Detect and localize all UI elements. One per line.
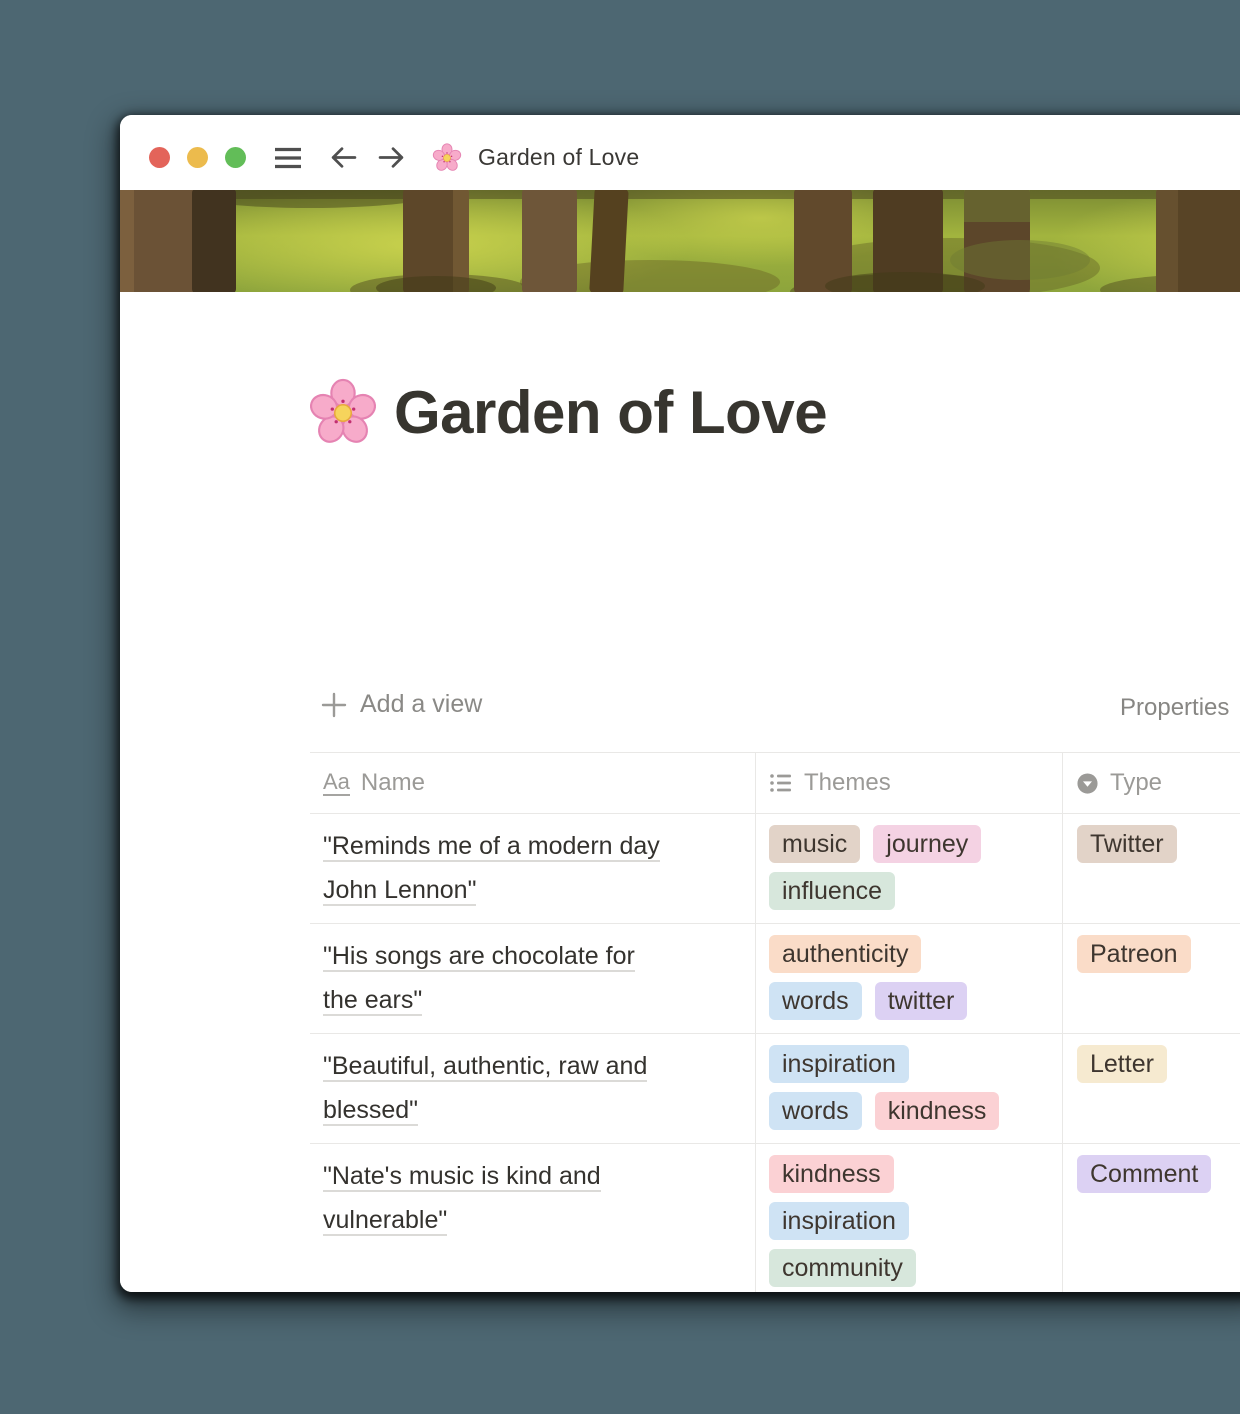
database-table: Aa Name Themes Type [310,752,1240,1292]
row-type-cell[interactable]: Twitter [1062,814,1240,923]
row-themes-cell[interactable]: music journey influence [755,814,1062,923]
row-name-cell[interactable]: "His songs are chocolate forthe ears" [310,924,755,1033]
select-property-icon [1076,772,1099,795]
forward-arrow-icon[interactable] [377,143,406,172]
plus-icon [321,692,347,718]
theme-tag[interactable]: words [769,982,862,1020]
table-row: "Nate's music is kind andvulnerable"kind… [310,1144,1240,1292]
theme-tag[interactable]: journey [873,825,981,863]
multiselect-property-icon [769,771,793,795]
theme-tag[interactable]: music [769,825,860,863]
properties-button[interactable]: Properties [1120,694,1229,722]
theme-tag[interactable]: twitter [875,982,968,1020]
theme-tag[interactable]: inspiration [769,1202,909,1240]
row-name-cell[interactable]: "Nate's music is kind andvulnerable" [310,1144,755,1292]
theme-tag[interactable]: kindness [875,1092,1000,1130]
table-header: Aa Name Themes Type [310,752,1240,814]
row-type-cell[interactable]: Comment [1062,1144,1240,1292]
menu-icon[interactable] [273,145,303,171]
back-arrow-icon[interactable] [329,143,358,172]
minimize-button[interactable] [187,147,208,168]
title-property-icon: Aa [323,771,350,796]
theme-tag[interactable]: kindness [769,1155,894,1193]
theme-tag[interactable]: words [769,1092,862,1130]
table-row: "Beautiful, authentic, raw andblessed"in… [310,1034,1240,1144]
add-view-button[interactable]: Add a view [321,690,482,719]
page-icon-cherry-blossom[interactable] [308,378,378,448]
column-label: Name [361,769,425,797]
theme-tag[interactable]: inspiration [769,1045,909,1083]
row-type-cell[interactable]: Patreon [1062,924,1240,1033]
type-tag[interactable]: Twitter [1077,825,1177,863]
add-view-label: Add a view [360,690,482,719]
column-label: Themes [804,769,891,797]
titlebar-title: Garden of Love [478,144,639,171]
zoom-button[interactable] [225,147,246,168]
page-body: Garden of Love Add a view Properties Aa … [120,292,1240,1292]
row-type-cell[interactable]: Letter [1062,1034,1240,1143]
cover-image [120,190,1240,292]
column-header-themes[interactable]: Themes [755,753,1062,813]
type-tag[interactable]: Patreon [1077,935,1191,973]
row-themes-cell[interactable]: kindness inspiration community [755,1144,1062,1292]
notion-window: Garden of Love [120,115,1240,1292]
theme-tag[interactable]: influence [769,872,895,910]
desktop-background: Garden of Love [0,0,1240,1414]
theme-tag[interactable]: community [769,1249,916,1287]
row-themes-cell[interactable]: authenticity words twitter [755,924,1062,1033]
page-title[interactable]: Garden of Love [394,380,827,446]
page-header: Garden of Love [308,378,827,448]
table-row: "His songs are chocolate forthe ears"aut… [310,924,1240,1034]
row-name-cell[interactable]: "Reminds me of a modern dayJohn Lennon" [310,814,755,923]
close-button[interactable] [149,147,170,168]
table-row: "Reminds me of a modern dayJohn Lennon"m… [310,814,1240,924]
row-themes-cell[interactable]: inspiration words kindness [755,1034,1062,1143]
table-rows: "Reminds me of a modern dayJohn Lennon"m… [310,814,1240,1292]
column-header-name[interactable]: Aa Name [310,753,755,813]
column-header-type[interactable]: Type [1062,753,1240,813]
type-tag[interactable]: Letter [1077,1045,1167,1083]
window-controls [149,147,246,168]
cherry-blossom-icon [432,143,462,173]
row-name-cell[interactable]: "Beautiful, authentic, raw andblessed" [310,1034,755,1143]
theme-tag[interactable]: authenticity [769,935,921,973]
window-titlebar[interactable]: Garden of Love [120,115,1240,190]
type-tag[interactable]: Comment [1077,1155,1211,1193]
column-label: Type [1110,769,1162,797]
